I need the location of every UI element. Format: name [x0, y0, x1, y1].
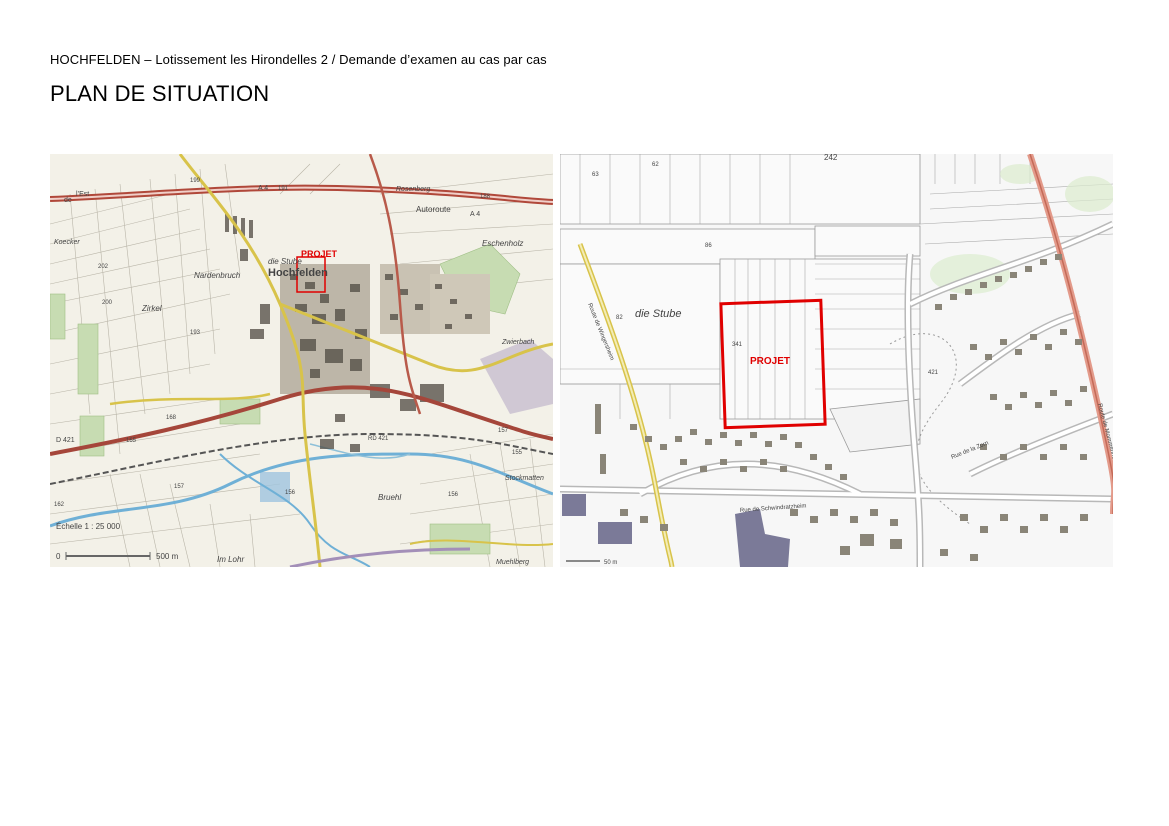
spot-height: 199: [190, 178, 201, 184]
place-label: Nardenbruch: [194, 271, 241, 280]
spot-height: 168: [166, 415, 177, 421]
road-label: D 421: [56, 437, 75, 444]
spot-height: 202: [98, 264, 109, 270]
forest-area: [50, 293, 66, 340]
parcel-number: 341: [732, 342, 743, 348]
town-label: Hochfelden: [268, 267, 328, 279]
scale-start: 0: [56, 552, 61, 561]
place-label: die Stube: [268, 257, 302, 266]
parcel-number: 242: [824, 154, 838, 162]
spot-height: 200: [102, 300, 113, 306]
parcel-number: 62: [652, 162, 659, 168]
spot-height: 156: [285, 490, 296, 496]
parcel-number: 63: [592, 172, 599, 178]
spot-height: 156: [448, 492, 459, 498]
forest-area: [77, 323, 99, 395]
parcel-number: 86: [705, 243, 712, 249]
place-label: Zwierbach: [501, 339, 534, 346]
place-label: Rosenberg: [396, 186, 430, 193]
spot-height: 191: [278, 186, 289, 192]
spot-height: 157: [498, 428, 509, 434]
project-label: PROJET: [301, 249, 338, 259]
green-area: [1065, 176, 1113, 212]
forest-area: [79, 415, 105, 457]
place-label: die Stube: [635, 308, 681, 320]
place-label: Bruehl: [378, 493, 401, 502]
parcel-number: 421: [928, 370, 939, 376]
spot-height: 157: [174, 484, 185, 490]
place-label: Stockmatten: [505, 475, 544, 482]
scale-end: 500 m: [156, 552, 179, 561]
document-subtitle: HOCHFELDEN – Lotissement les Hirondelles…: [50, 52, 547, 67]
place-label: Im Lohr: [217, 555, 244, 564]
scale-text: Échelle 1 : 25 000: [56, 522, 121, 531]
place-label: l’Est: [76, 191, 89, 198]
place-label: Muehlberg: [496, 559, 529, 566]
place-label: Autoroute: [416, 205, 451, 214]
page-title: PLAN DE SITUATION: [50, 81, 270, 106]
spot-height: 188: [480, 194, 491, 200]
road-label: A 4: [258, 185, 268, 192]
place-label: Zirkel: [141, 304, 162, 313]
overview-map: PROJET Hochfelden die Stube Nardenbruch …: [50, 154, 553, 567]
place-label: de: [64, 197, 72, 204]
spot-height: 193: [190, 330, 201, 336]
project-label: PROJET: [750, 356, 790, 367]
spot-height: 165: [126, 438, 137, 444]
detail-map: PROJET die Stube 242 63 62 86 82 341 421…: [560, 154, 1113, 567]
spot-height: 155: [512, 450, 523, 456]
place-label: Eschenholz: [482, 239, 523, 248]
scale-end: 50 m: [604, 560, 617, 566]
spot-height: 162: [54, 502, 65, 508]
parcel-number: 82: [616, 315, 623, 321]
road-label: A 4: [470, 211, 480, 218]
road-label: RD 421: [368, 436, 389, 442]
place-label: Koecker: [54, 239, 80, 246]
